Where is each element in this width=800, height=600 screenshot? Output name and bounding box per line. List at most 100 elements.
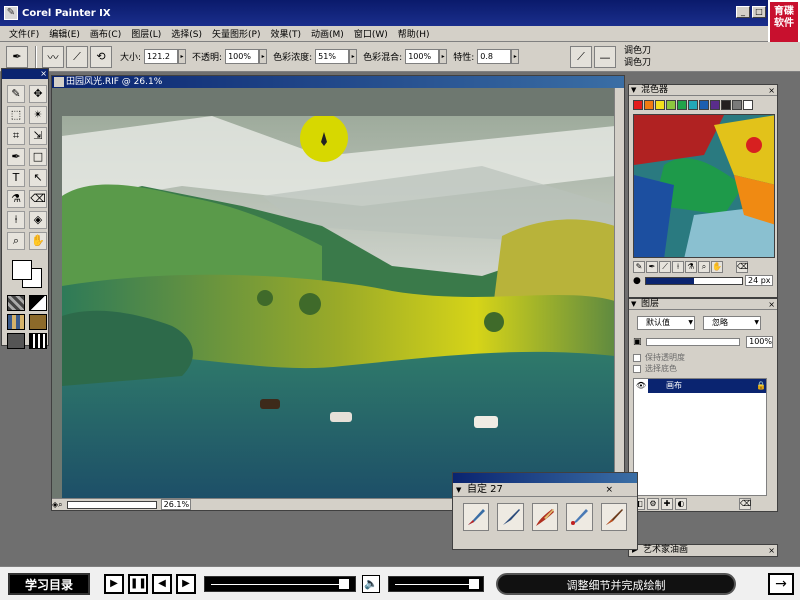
mixer-zoom-icon[interactable]: ⌕ [698, 261, 710, 273]
reset-tool-icon[interactable]: ⟲ [90, 45, 112, 68]
next-lesson-button[interactable]: → [768, 573, 794, 595]
pick-up-color-checkbox[interactable] [633, 364, 641, 373]
dropper-icon[interactable]: ⚗ [7, 190, 25, 208]
look-selector-icon[interactable] [7, 333, 25, 349]
brush-variant-1-icon[interactable] [463, 503, 490, 531]
mixer-header[interactable]: ▼ 混色器 × [629, 85, 777, 96]
artist-oils-close-icon[interactable]: × [768, 545, 775, 556]
selection-adjuster-icon[interactable]: ⇲ [29, 127, 47, 145]
brush-variant-5-icon[interactable] [600, 503, 628, 531]
paper-selector-icon[interactable] [7, 295, 25, 311]
brush-variant-4-icon[interactable] [566, 503, 593, 531]
menu-shapes[interactable]: 矢量图形(P) [207, 27, 265, 40]
play-button[interactable]: ▶ [104, 573, 124, 594]
progress-slider[interactable] [204, 575, 356, 592]
mix-color-icon[interactable]: ⟋ [659, 261, 671, 273]
next-frame-button[interactable]: ▶ [176, 573, 196, 594]
brush-variant-icon[interactable]: — [594, 46, 616, 68]
mixer-swatch-9[interactable] [732, 100, 742, 110]
collapse-triangle-icon[interactable]: ▼ [456, 483, 461, 497]
menu-movie[interactable]: 动画(M) [306, 27, 349, 40]
eraser-icon[interactable]: ⌫ [29, 190, 47, 208]
toolbox-close-icon[interactable]: × [40, 69, 47, 79]
resat-field[interactable]: 51% [315, 49, 350, 64]
mixer-swatch-0[interactable] [633, 100, 643, 110]
brush-variant-2-icon[interactable] [497, 503, 524, 531]
color-swatches[interactable] [6, 256, 44, 292]
shape-selection-icon[interactable]: ↖ [29, 169, 47, 187]
layer-opacity-value[interactable]: 100% [746, 336, 773, 348]
pick-up-color-row[interactable]: 选择底色 [629, 363, 777, 374]
mixer-swatch-1[interactable] [644, 100, 654, 110]
artist-oils-panel[interactable]: ▶ 艺术家油画 × [628, 544, 778, 557]
custom-palette-close-icon[interactable]: × [605, 483, 613, 497]
dirty-brush-icon[interactable]: ✎ [633, 261, 645, 273]
brush-tool-icon[interactable]: ✒ [6, 45, 28, 68]
brush-selector[interactable]: ⟋ — 调色刀 调色刀 [570, 44, 770, 70]
pattern-selector-icon[interactable] [7, 314, 25, 330]
custom-palette-title-bar[interactable] [453, 473, 637, 483]
freehand-stroke-icon[interactable]: 〰 [42, 45, 64, 68]
menu-window[interactable]: 窗口(W) [349, 27, 393, 40]
eye-icon[interactable]: 👁 [634, 379, 648, 393]
grabber-icon[interactable]: ✋ [29, 232, 47, 250]
layers-close-icon[interactable]: × [768, 299, 775, 310]
size-spin[interactable]: ▸ [178, 49, 187, 64]
new-layer-icon[interactable]: ✚ [661, 498, 673, 510]
rectangle-shape-icon[interactable]: □ [29, 148, 47, 166]
clear-mixer-icon[interactable]: ⌫ [736, 261, 748, 273]
landscape-painting[interactable] [62, 116, 615, 498]
mixer-swatch-3[interactable] [666, 100, 676, 110]
previous-button[interactable]: ◀ [152, 573, 172, 594]
paint-bucket-icon[interactable]: ◈ [29, 211, 47, 229]
magnifier-icon[interactable]: ⌕ [7, 232, 25, 250]
mixer-swatch-2[interactable] [655, 100, 665, 110]
menu-canvas[interactable]: 画布(C) [85, 27, 126, 40]
menu-layers[interactable]: 图层(L) [126, 27, 166, 40]
dynamic-plugins-icon[interactable]: ⚙ [647, 498, 659, 510]
menu-help[interactable]: 帮助(H) [393, 27, 435, 40]
mixer-close-icon[interactable]: × [768, 85, 775, 96]
layers-header[interactable]: ▼ 图层 × [629, 299, 777, 310]
brush-variant-3-icon[interactable] [531, 503, 559, 531]
layer-adjuster-icon[interactable]: ✥ [29, 85, 47, 103]
mixer-swatch-5[interactable] [688, 100, 698, 110]
custom-palette-header[interactable]: ▼ 自定 27 × [453, 483, 637, 497]
layer-item-canvas[interactable]: 👁 画布 🔒 [634, 379, 766, 393]
main-color-swatch[interactable] [12, 260, 32, 280]
course-menu-button[interactable]: 学习目录 [8, 572, 90, 595]
collapse-triangle-icon[interactable]: ▼ [631, 299, 636, 310]
volume-slider[interactable] [388, 575, 484, 592]
mixer-swatch-7[interactable] [710, 100, 720, 110]
trash-icon[interactable]: ⌫ [739, 498, 751, 510]
mixer-swatch-8[interactable] [721, 100, 731, 110]
volume-knob[interactable] [469, 578, 479, 589]
collapse-triangle-icon[interactable]: ▼ [631, 85, 636, 96]
text-icon[interactable]: T [7, 169, 25, 187]
gradient-selector-icon[interactable] [29, 295, 47, 311]
brush-category-icon[interactable]: ⟋ [570, 46, 592, 68]
eyedropper-icon[interactable]: ⍿ [7, 211, 25, 229]
pause-button[interactable]: ❚❚ [128, 573, 148, 594]
blend-mode-select[interactable]: 忽略 ▼ [703, 316, 761, 330]
bleed-spin[interactable]: ▸ [439, 49, 448, 64]
crop-icon[interactable]: ⌗ [7, 127, 25, 145]
mixer-swatch-6[interactable] [699, 100, 709, 110]
weaving-selector-icon[interactable] [29, 314, 47, 330]
mixer-pan-icon[interactable]: ✋ [711, 261, 723, 273]
mixer-swatch-10[interactable] [743, 100, 753, 110]
opacity-field[interactable]: 100% [225, 49, 260, 64]
speaker-icon[interactable]: 🔈 [362, 574, 380, 593]
document-vertical-scrollbar[interactable] [614, 88, 624, 498]
apply-color-icon[interactable]: ✒ [646, 261, 658, 273]
maximize-button[interactable]: □ [752, 6, 766, 18]
menu-effects[interactable]: 效果(T) [265, 27, 306, 40]
menu-select[interactable]: 选择(S) [166, 27, 207, 40]
zoom-icon[interactable]: ⌕ [58, 500, 62, 510]
menu-file[interactable]: 文件(F) [4, 27, 44, 40]
minimize-button[interactable]: _ [736, 6, 750, 18]
sample-multiple-icon[interactable]: ⚗ [685, 261, 697, 273]
jitter-field[interactable]: 0.8 [477, 49, 512, 64]
jitter-spin[interactable]: ▸ [511, 49, 520, 64]
layer-opacity-slider[interactable] [645, 338, 741, 346]
